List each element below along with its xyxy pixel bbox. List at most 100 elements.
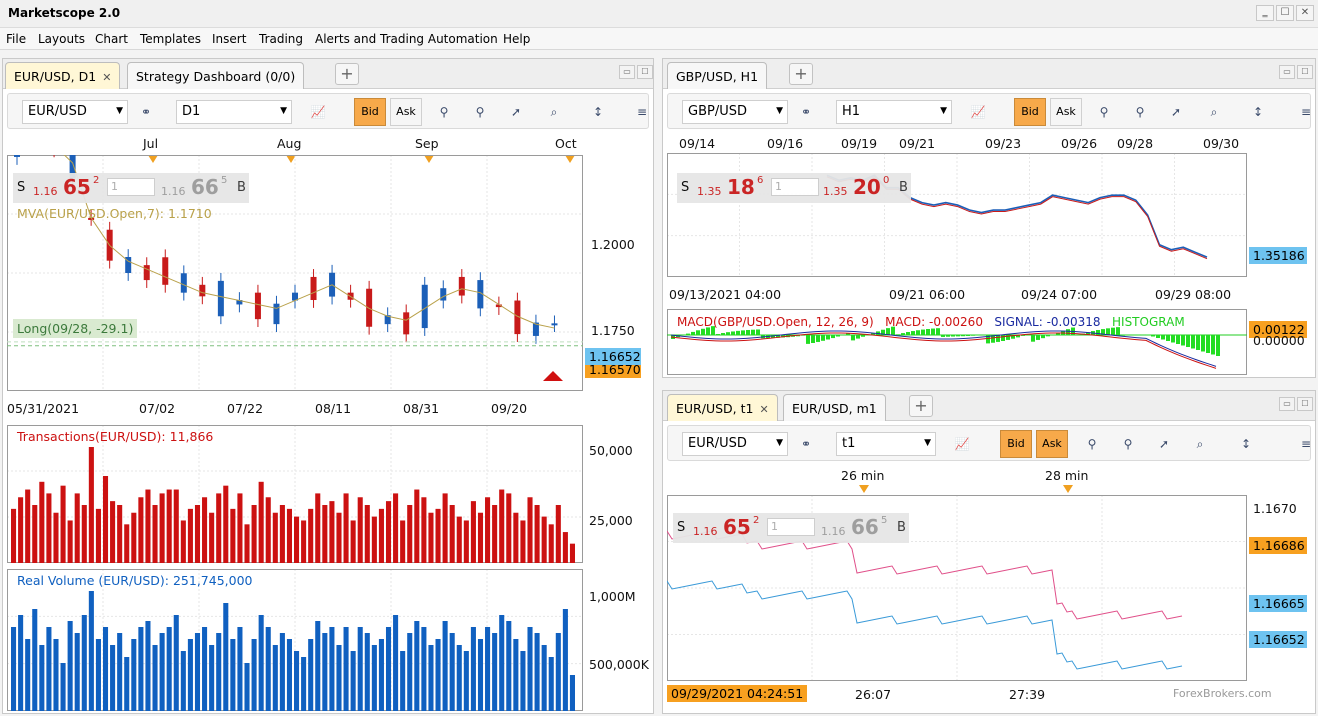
event-marker-icon[interactable] — [859, 485, 869, 493]
quote-widget[interactable]: S 1.16 65 2 1 1.16 66 5 B — [673, 513, 909, 543]
zoom-in-icon[interactable]: ⚲ — [1080, 433, 1104, 455]
link-icon[interactable]: ⚭ — [134, 101, 158, 123]
symbol-select[interactable]: EUR/USD ▼ — [682, 432, 788, 456]
bid-button[interactable]: Bid — [1000, 430, 1032, 458]
volume-bar — [11, 508, 17, 563]
tab-eurusd-t1[interactable]: EUR/USD, t1 ✕ — [667, 394, 778, 421]
tab-eurusd-m1[interactable]: EUR/USD, m1 — [783, 394, 886, 421]
zoom-out-icon[interactable]: ⚲ — [468, 101, 492, 123]
menu-chart[interactable]: Chart — [95, 32, 128, 46]
volume-bar — [117, 633, 123, 711]
ask-button[interactable]: Ask — [390, 98, 422, 126]
close-tab-icon[interactable]: ✕ — [759, 403, 768, 416]
candle-body — [458, 276, 465, 296]
menu-templates[interactable]: Templates — [140, 32, 201, 46]
transactions-label[interactable]: Transactions(EUR/USD): 11,866 — [17, 429, 213, 444]
ask-button[interactable]: Ask — [1036, 430, 1068, 458]
tab-strategy-dashboard[interactable]: Strategy Dashboard (0/0) — [127, 62, 305, 89]
sell-price-big[interactable]: 65 — [63, 175, 91, 199]
pane-minimize-icon[interactable]: ▭ — [1279, 397, 1295, 411]
candle-body — [273, 303, 280, 325]
zoom-area-icon[interactable]: ⌕ — [1188, 433, 1212, 455]
zoom-area-icon[interactable]: ⌕ — [1202, 101, 1226, 123]
symbol-select[interactable]: GBP/USD ▼ — [682, 100, 788, 124]
sell-price-big[interactable]: 65 — [723, 515, 751, 539]
bid-price-tag: 1.16652 — [585, 348, 641, 365]
histogram-bar — [1121, 335, 1125, 336]
volume-chart[interactable] — [7, 569, 583, 711]
pane-maximize-icon[interactable]: ☐ — [637, 65, 653, 79]
amount-input[interactable]: 1 — [771, 178, 819, 196]
event-marker-icon[interactable] — [1063, 485, 1073, 493]
fit-vertical-icon[interactable]: ↕ — [1234, 433, 1258, 455]
close-tab-icon[interactable]: ✕ — [102, 71, 111, 84]
menu-icon[interactable]: ≡ — [1294, 101, 1315, 123]
menu-insert[interactable]: Insert — [212, 32, 246, 46]
timeframe-select[interactable]: D1 ▼ — [176, 100, 292, 124]
quote-widget[interactable]: S 1.35 18 6 1 1.35 20 0 B — [677, 173, 911, 203]
add-tab-button[interactable]: + — [909, 395, 933, 417]
menu-trading[interactable]: Trading — [259, 32, 303, 46]
price-chart-h1[interactable] — [667, 153, 1247, 277]
histogram-bar — [1051, 334, 1055, 335]
zoom-in-icon[interactable]: ⚲ — [1092, 101, 1116, 123]
add-tab-button[interactable]: + — [335, 63, 359, 85]
position-label[interactable]: Long(09/28, -29.1) — [13, 319, 138, 338]
chart-type-icon[interactable]: 📈 — [306, 101, 330, 123]
volume-bar — [145, 489, 151, 563]
pane-minimize-icon[interactable]: ▭ — [1279, 65, 1295, 79]
chart-type-icon[interactable]: 📈 — [950, 433, 974, 455]
volume-label[interactable]: Real Volume (EUR/USD): 251,745,000 — [17, 573, 253, 588]
timeframe-select[interactable]: H1 ▼ — [836, 100, 952, 124]
chart-toolbar: EUR/USD ▼ ⚭ D1 ▼ 📈 Bid Ask ⚲ ⚲ ➚ ⌕ ↕ ≡ — [7, 93, 649, 129]
volume-bar — [32, 609, 38, 711]
menu-layouts[interactable]: Layouts — [38, 32, 85, 46]
zoom-in-icon[interactable]: ⚲ — [432, 101, 456, 123]
cursor-icon[interactable]: ➚ — [504, 101, 528, 123]
ma-indicator-label[interactable]: MVA(EUR/USD.Open,7): 1.1710 — [17, 206, 212, 221]
minimize-button[interactable]: ‗ — [1256, 5, 1274, 21]
sell-price-big[interactable]: 18 — [727, 175, 755, 199]
pane-minimize-icon[interactable]: ▭ — [619, 65, 635, 79]
histogram-bar — [926, 329, 930, 335]
volume-bar — [81, 615, 87, 711]
add-tab-button[interactable]: + — [789, 63, 813, 85]
close-button[interactable]: ✕ — [1296, 5, 1314, 21]
tab-eurusd-d1[interactable]: EUR/USD, D1 ✕ — [5, 62, 121, 89]
menu-file[interactable]: File — [6, 32, 26, 46]
volume-bar — [485, 627, 491, 711]
volume-bar — [322, 505, 328, 563]
macd-legend[interactable]: MACD(GBP/USD.Open, 12, 26, 9) MACD: -0.0… — [677, 315, 1185, 329]
link-icon[interactable]: ⚭ — [794, 101, 818, 123]
buy-price-big[interactable]: 66 — [191, 175, 219, 199]
menu-icon[interactable]: ≡ — [630, 101, 653, 123]
amount-input[interactable]: 1 — [767, 518, 815, 536]
chart-type-icon[interactable]: 📈 — [966, 101, 990, 123]
bid-button[interactable]: Bid — [354, 98, 386, 126]
tab-gbpusd-h1[interactable]: GBP/USD, H1 — [667, 62, 768, 89]
chevron-down-icon: ▼ — [940, 106, 947, 116]
bid-button[interactable]: Bid — [1014, 98, 1046, 126]
timeframe-select[interactable]: t1 ▼ — [836, 432, 936, 456]
symbol-select[interactable]: EUR/USD ▼ — [22, 100, 128, 124]
transactions-chart[interactable] — [7, 425, 583, 563]
zoom-out-icon[interactable]: ⚲ — [1128, 101, 1152, 123]
cursor-icon[interactable]: ➚ — [1164, 101, 1188, 123]
pane-maximize-icon[interactable]: ☐ — [1297, 65, 1313, 79]
amount-input[interactable]: 1 — [107, 178, 155, 196]
menu-help[interactable]: Help — [503, 32, 530, 46]
zoom-area-icon[interactable]: ⌕ — [542, 101, 566, 123]
ask-button[interactable]: Ask — [1050, 98, 1082, 126]
fit-vertical-icon[interactable]: ↕ — [586, 101, 610, 123]
buy-price-big[interactable]: 66 — [851, 515, 879, 539]
quote-widget[interactable]: S 1.16 65 2 1 1.16 66 5 B — [13, 173, 249, 203]
cursor-icon[interactable]: ➚ — [1152, 433, 1176, 455]
zoom-out-icon[interactable]: ⚲ — [1116, 433, 1140, 455]
fit-vertical-icon[interactable]: ↕ — [1246, 101, 1270, 123]
maximize-button[interactable]: ☐ — [1276, 5, 1294, 21]
buy-price-big[interactable]: 20 — [853, 175, 881, 199]
link-icon[interactable]: ⚭ — [794, 433, 818, 455]
pane-maximize-icon[interactable]: ☐ — [1297, 397, 1313, 411]
menu-icon[interactable]: ≡ — [1294, 433, 1315, 455]
menu-alerts[interactable]: Alerts and Trading Automation — [315, 32, 498, 46]
